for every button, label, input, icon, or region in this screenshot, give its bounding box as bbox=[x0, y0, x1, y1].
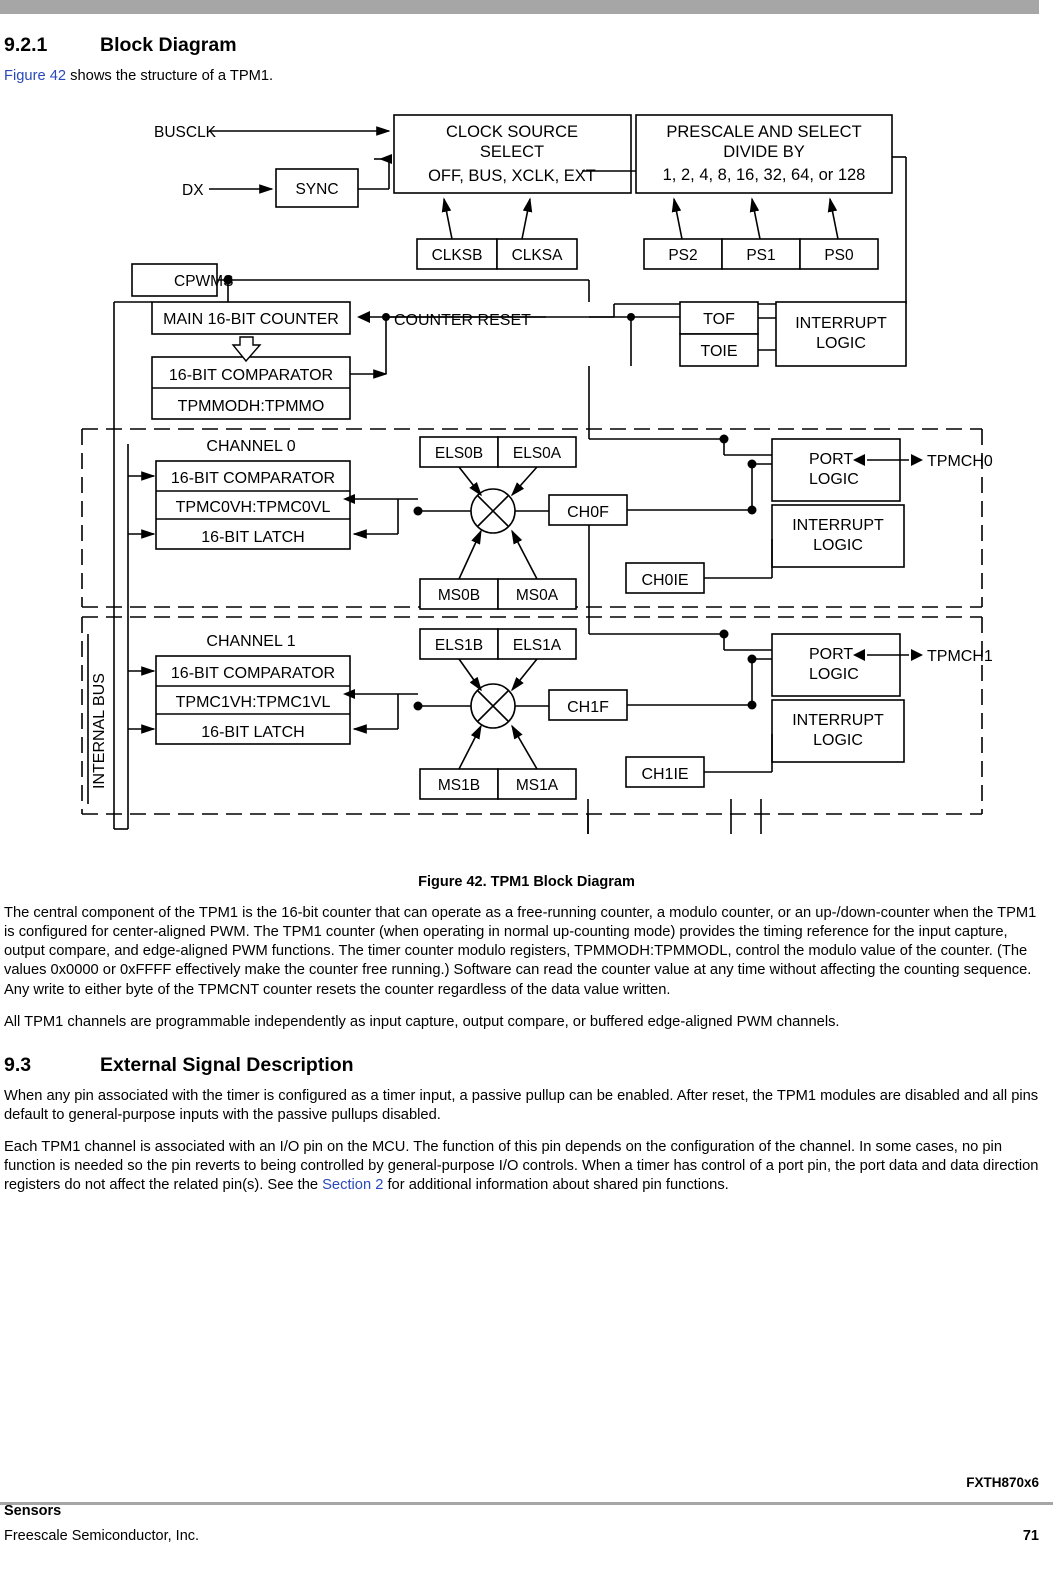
label-clksa: CLKSA bbox=[512, 247, 563, 264]
label-interrupt-logic1-2: LOGIC bbox=[813, 732, 863, 749]
intro-paragraph: Figure 42 shows the structure of a TPM1. bbox=[4, 67, 1049, 86]
paragraph-4-b: for additional information about shared … bbox=[383, 1177, 729, 1194]
label-port-logic0-1: PORT bbox=[809, 451, 853, 468]
label-interrupt-logic1-1: INTERRUPT bbox=[792, 712, 884, 729]
section-title-text: Block Diagram bbox=[100, 34, 237, 56]
label-els0a: ELS0A bbox=[513, 445, 562, 462]
page-top-bar bbox=[0, 0, 1053, 14]
section-title-text-2: External Signal Description bbox=[100, 1053, 354, 1076]
footer-sensors: Sensors bbox=[4, 1503, 62, 1519]
label-channel0: CHANNEL 0 bbox=[206, 438, 295, 455]
label-ch1ie: CH1IE bbox=[641, 766, 688, 783]
section-xref-link[interactable]: Section 2 bbox=[322, 1177, 383, 1193]
footer-divider bbox=[0, 1502, 1053, 1505]
page-content: 9.2.1 Block Diagram Figure 42 shows the s… bbox=[4, 34, 1049, 1208]
label-tpmmod: TPMMODH:TPMMO bbox=[178, 398, 325, 415]
label-ch0f: CH0F bbox=[567, 504, 609, 521]
section-number-2: 9.3 bbox=[4, 1053, 32, 1076]
label-sync: SYNC bbox=[295, 181, 338, 198]
footer-doc-number: FXTH870x6 bbox=[966, 1475, 1039, 1490]
label-clksb: CLKSB bbox=[432, 247, 483, 264]
label-port-logic1-2: LOGIC bbox=[809, 666, 859, 683]
label-ch1-reg: TPMC1VH:TPMC1VL bbox=[176, 694, 331, 711]
tpm1-block-diagram: BUSCLK DX SYNC CLOCK SOURCE SELECT OFF, … bbox=[4, 99, 1049, 864]
footer-company: Freescale Semiconductor, Inc. bbox=[4, 1528, 200, 1544]
label-counter-reset: COUNTER RESET bbox=[394, 312, 531, 329]
document-page: 9.2.1 Block Diagram Figure 42 shows the s… bbox=[0, 0, 1053, 1572]
label-els1b: ELS1B bbox=[435, 637, 483, 654]
label-prescale-1: PRESCALE AND SELECT bbox=[666, 123, 861, 141]
label-internal-bus: INTERNAL BUS bbox=[91, 673, 108, 789]
label-clock-source-1: CLOCK SOURCE bbox=[446, 123, 578, 141]
intro-rest: shows the structure of a TPM1. bbox=[66, 68, 274, 84]
label-prescale-3: 1, 2, 4, 8, 16, 32, 64, or 128 bbox=[663, 166, 866, 184]
label-ms1b: MS1B bbox=[438, 777, 480, 794]
label-port-logic0-2: LOGIC bbox=[809, 471, 859, 488]
label-clock-source-3: OFF, BUS, XCLK, EXT bbox=[428, 167, 596, 185]
label-tpmch0: TPMCH0 bbox=[927, 453, 993, 470]
footer-page-number: 71 bbox=[1022, 1528, 1039, 1544]
paragraph-2: All TPM1 channels are programmable indep… bbox=[4, 1013, 840, 1030]
figure-caption: Figure 42. TPM1 Block Diagram bbox=[418, 874, 635, 891]
label-prescale-2: DIVIDE BY bbox=[723, 143, 805, 161]
label-els0b: ELS0B bbox=[435, 445, 483, 462]
label-channel1: CHANNEL 1 bbox=[206, 633, 295, 650]
label-ch1f: CH1F bbox=[567, 699, 609, 716]
label-toie: TOIE bbox=[700, 343, 737, 360]
paragraph-4: Each TPM1 channel is associated with an … bbox=[4, 1138, 1049, 1195]
label-interrupt-logic-top-1: INTERRUPT bbox=[795, 315, 887, 332]
paragraph-1: The central component of the TPM1 is the… bbox=[4, 905, 1037, 998]
label-ps1: PS1 bbox=[746, 247, 775, 264]
label-comparator-main: 16-BIT COMPARATOR bbox=[169, 367, 333, 384]
label-interrupt-logic0-1: INTERRUPT bbox=[792, 517, 884, 534]
label-port-logic1-1: PORT bbox=[809, 646, 853, 663]
page-top-bar-gap bbox=[1039, 0, 1053, 14]
label-ms0a: MS0A bbox=[516, 587, 559, 604]
paragraph-3: When any pin associated with the timer i… bbox=[4, 1087, 1039, 1123]
section-number: 9.2.1 bbox=[4, 34, 48, 56]
label-ps0: PS0 bbox=[824, 247, 854, 264]
label-tpmch1: TPMCH1 bbox=[927, 648, 993, 665]
label-interrupt-logic0-2: LOGIC bbox=[813, 537, 863, 554]
section-heading: 9.2.1 Block Diagram bbox=[4, 34, 1049, 57]
label-busclk: BUSCLK bbox=[154, 124, 217, 141]
label-ms1a: MS1A bbox=[516, 777, 559, 794]
label-main-counter: MAIN 16-BIT COUNTER bbox=[163, 311, 339, 328]
label-dx: DX bbox=[182, 182, 204, 199]
label-ch0-comparator: 16-BIT COMPARATOR bbox=[171, 470, 335, 487]
label-els1a: ELS1A bbox=[513, 637, 562, 654]
label-interrupt-logic-top-2: LOGIC bbox=[816, 335, 866, 352]
label-ms0b: MS0B bbox=[438, 587, 480, 604]
label-tof: TOF bbox=[703, 311, 735, 328]
label-ch0ie: CH0IE bbox=[641, 572, 688, 589]
label-ch0-reg: TPMC0VH:TPMC0VL bbox=[176, 499, 331, 516]
label-clock-source-2: SELECT bbox=[480, 143, 544, 161]
label-ch1-comparator: 16-BIT COMPARATOR bbox=[171, 665, 335, 682]
figure-xref-link[interactable]: Figure 42 bbox=[4, 68, 66, 84]
section-heading-2: 9.3 External Signal Description bbox=[4, 1054, 1049, 1077]
label-ch1-latch: 16-BIT LATCH bbox=[201, 724, 304, 741]
label-cpwms: CPWMS bbox=[174, 273, 233, 290]
label-ps2: PS2 bbox=[668, 247, 697, 264]
label-ch0-latch: 16-BIT LATCH bbox=[201, 529, 304, 546]
